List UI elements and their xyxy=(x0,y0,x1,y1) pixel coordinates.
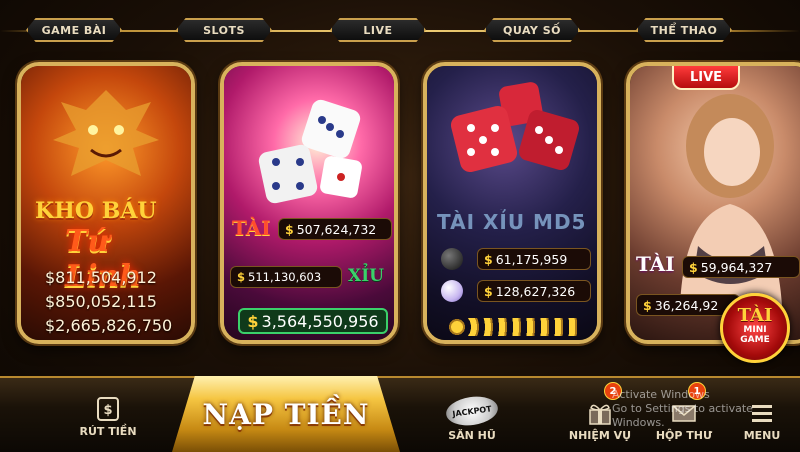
game-card-kho-bau[interactable]: KHO BÁU Tứ Linh $811,504,912 $850,052,11… xyxy=(17,62,195,344)
tai-amount-pill: $ 59,964,327 xyxy=(682,256,800,278)
mini-game-label-1: MINI xyxy=(743,325,767,335)
jackpot-value-2: $850,052,115 xyxy=(45,292,157,311)
mailbox-label: HỘP THƯ xyxy=(655,429,713,442)
jackpot-value-1: $811,504,912 xyxy=(45,268,157,287)
tab-live[interactable]: LIVE xyxy=(330,18,426,42)
withdraw-icon: $ xyxy=(97,397,119,421)
currency-symbol: $ xyxy=(643,297,652,313)
tai-amount: 59,964,327 xyxy=(700,259,773,275)
currency-symbol: $ xyxy=(247,311,259,331)
tab-slots[interactable]: SLOTS xyxy=(176,18,272,42)
menu-label: MENU xyxy=(743,429,781,442)
svg-text:$: $ xyxy=(103,403,112,418)
currency-symbol: $ xyxy=(237,270,246,284)
xiu-amount: 511,130,603 xyxy=(248,270,322,284)
black-ball-icon xyxy=(441,248,463,270)
jackpot-hunt-button[interactable]: JACKPOT SĂN HŨ xyxy=(432,384,512,442)
watermark-line-1: Activate Windows xyxy=(612,388,710,401)
red-dice-icon xyxy=(450,82,580,173)
tab-quay-so[interactable]: QUAY SỐ xyxy=(484,18,580,42)
tai-label: TÀI xyxy=(636,252,675,276)
black-amount: 61,175,959 xyxy=(495,251,568,267)
live-badge: LIVE xyxy=(672,66,740,90)
white-ball-icon xyxy=(441,280,463,302)
dragon-icon xyxy=(53,90,159,176)
game-card-tai-xiu-md5[interactable]: TÀI XỈU MD5 $ 61,175,959 $ 128,627,326 xyxy=(423,62,601,344)
jackpot-value-3: $2,665,826,750 xyxy=(45,316,173,335)
white-amount: 128,627,326 xyxy=(495,283,576,299)
currency-symbol: $ xyxy=(689,259,698,275)
mini-game-tai-label: TÀI xyxy=(737,305,773,326)
white-amount-pill: $ 128,627,326 xyxy=(477,280,591,302)
mini-game-button[interactable]: TÀI MINI GAME xyxy=(720,293,790,363)
deposit-button[interactable]: NẠP TIỀN xyxy=(172,376,400,452)
gold-coins-decoration xyxy=(447,318,577,336)
xiu-amount: 36,264,92 xyxy=(654,297,719,313)
withdraw-button[interactable]: $ RÚT TIỀN xyxy=(68,384,148,438)
jackpot-badge-label: JACKPOT xyxy=(451,403,493,419)
xiu-amount-pill: $ 511,130,603 xyxy=(230,266,342,288)
currency-symbol: $ xyxy=(484,251,493,267)
tab-the-thao[interactable]: THỂ THAO xyxy=(636,18,732,42)
total-amount: 3,564,550,956 xyxy=(261,311,379,331)
black-amount-pill: $ 61,175,959 xyxy=(477,248,591,270)
game-card-tai-xiu[interactable]: TÀI $ 507,624,732 $ 511,130,603 XỈU $ 3,… xyxy=(220,62,398,344)
withdraw-label: RÚT TIỀN xyxy=(79,425,137,438)
dice-icon xyxy=(258,99,362,204)
gift-icon xyxy=(589,404,611,425)
tai-amount-pill: $ 507,624,732 xyxy=(278,218,392,240)
currency-symbol: $ xyxy=(285,221,294,237)
tai-label: TÀI xyxy=(232,216,271,240)
deposit-label: NẠP TIỀN xyxy=(202,397,370,431)
missions-label: NHIỆM VỤ xyxy=(568,429,632,442)
tab-game-bai[interactable]: GAME BÀI xyxy=(26,18,122,42)
game-title-line1: KHO BÁU xyxy=(35,198,157,224)
mini-game-label-2: GAME xyxy=(740,335,770,345)
currency-symbol: $ xyxy=(484,283,493,299)
windows-activation-watermark: Activate Windows Go to Settings to activ… xyxy=(612,388,800,430)
game-title: TÀI XỈU MD5 xyxy=(437,210,587,234)
category-tab-bar: GAME BÀI SLOTS LIVE QUAY SỐ THỂ THAO xyxy=(0,0,800,60)
watermark-line-2: Go to Settings to activate Windows. xyxy=(612,402,753,429)
jackpot-hunt-label: SĂN HŨ xyxy=(448,429,496,442)
xiu-label: XỈU xyxy=(348,266,384,286)
total-amount-pill: $ 3,564,550,956 xyxy=(238,308,388,334)
tai-amount: 507,624,732 xyxy=(296,221,377,237)
jackpot-badge-icon: JACKPOT xyxy=(444,393,500,429)
